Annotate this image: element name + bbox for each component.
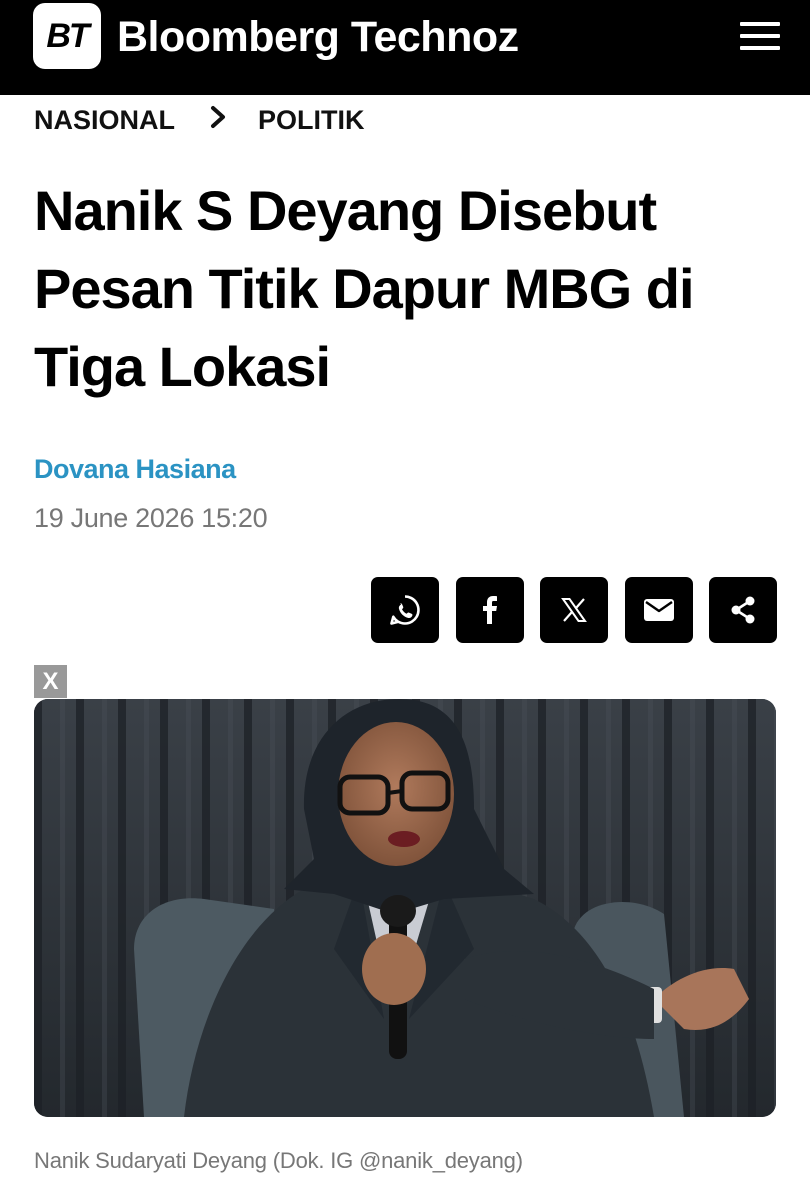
share-more-button[interactable] [709,577,777,643]
article-page: BT Bloomberg Technoz NASIONAL POLITIK Na… [0,0,810,1200]
share-icon [731,596,755,624]
whatsapp-icon [390,595,420,625]
chevron-right-icon [203,105,233,136]
article-title: Nanik S Deyang Disebut Pesan Titik Dapur… [34,179,695,398]
breadcrumb-item-nasional[interactable]: NASIONAL [34,105,175,136]
speaker-photo-image [34,699,776,1117]
share-email-button[interactable] [625,577,693,643]
article-photo [34,699,776,1117]
share-whatsapp-button[interactable] [371,577,439,643]
email-icon [644,599,674,621]
x-twitter-icon [561,598,587,622]
share-facebook-button[interactable] [456,577,524,643]
site-header: BT Bloomberg Technoz [0,0,810,95]
author-link[interactable]: Dovana Hasiana [34,454,236,485]
share-x-button[interactable] [540,577,608,643]
site-logo[interactable]: BT [33,3,101,69]
breadcrumb: NASIONAL POLITIK [34,100,365,140]
facebook-icon [483,596,497,624]
hamburger-menu-icon[interactable] [738,18,782,54]
publish-datetime: 19 June 2026 15:20 [34,503,268,533]
brand-name[interactable]: Bloomberg Technoz [117,10,519,64]
ad-close-button[interactable]: X [34,665,67,698]
photo-caption: Nanik Sudaryati Deyang (Dok. IG @nanik_d… [34,1148,523,1173]
breadcrumb-item-politik[interactable]: POLITIK [258,105,365,136]
